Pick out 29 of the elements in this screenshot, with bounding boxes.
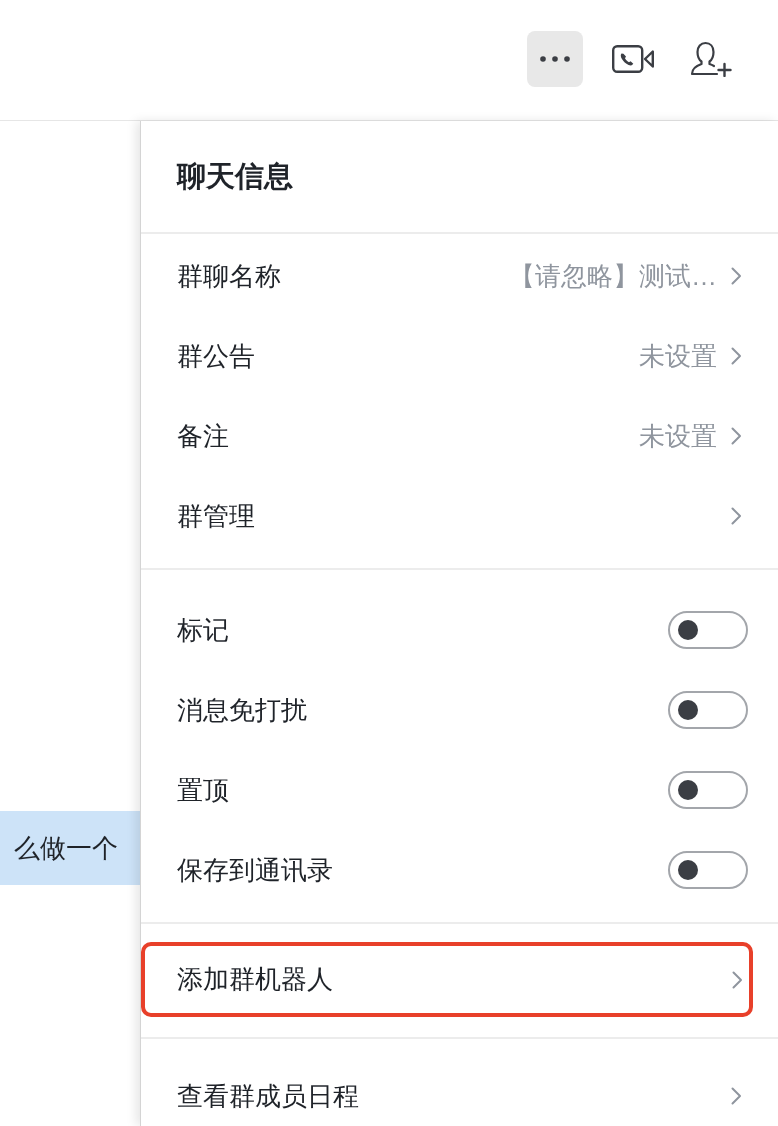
chevron-right-icon bbox=[731, 1087, 742, 1105]
setting-label: 消息免打扰 bbox=[177, 693, 308, 727]
chevron-right-icon bbox=[732, 970, 743, 989]
chevron-right-icon bbox=[731, 507, 742, 525]
more-icon bbox=[540, 56, 570, 62]
menu-item[interactable]: 群管理 bbox=[141, 476, 778, 556]
menu-item[interactable]: 备注 未设置 bbox=[141, 396, 778, 476]
menu-item[interactable]: 添加群机器人 bbox=[141, 942, 753, 1017]
menu-item[interactable]: 群聊名称 【请忽略】测试… bbox=[141, 236, 778, 316]
value-text: 未设置 bbox=[639, 339, 717, 373]
video-call-icon bbox=[612, 45, 654, 73]
toggle-switch[interactable] bbox=[668, 851, 748, 889]
setting-label: 置顶 bbox=[177, 773, 230, 807]
value-text: 未设置 bbox=[639, 419, 717, 453]
add-person-icon bbox=[690, 41, 732, 77]
chevron-right-icon bbox=[731, 347, 742, 365]
toggle-switch[interactable] bbox=[668, 611, 748, 649]
menu-item[interactable]: 群公告 未设置 bbox=[141, 316, 778, 396]
setting-label: 标记 bbox=[177, 613, 230, 647]
toggle-switch[interactable] bbox=[668, 771, 748, 809]
message-text: 么做一个 bbox=[0, 811, 140, 885]
toggle-switch[interactable] bbox=[668, 691, 748, 729]
value-text: 【请忽略】测试… bbox=[509, 259, 717, 293]
menu-item[interactable]: 查看群成员日程 bbox=[141, 1056, 778, 1126]
chevron-right-icon bbox=[731, 267, 742, 285]
setting-label: 保存到通讯录 bbox=[177, 853, 334, 887]
panel-title: 聊天信息 bbox=[177, 158, 293, 194]
more-button[interactable] bbox=[527, 31, 583, 87]
chevron-right-icon bbox=[731, 427, 742, 445]
